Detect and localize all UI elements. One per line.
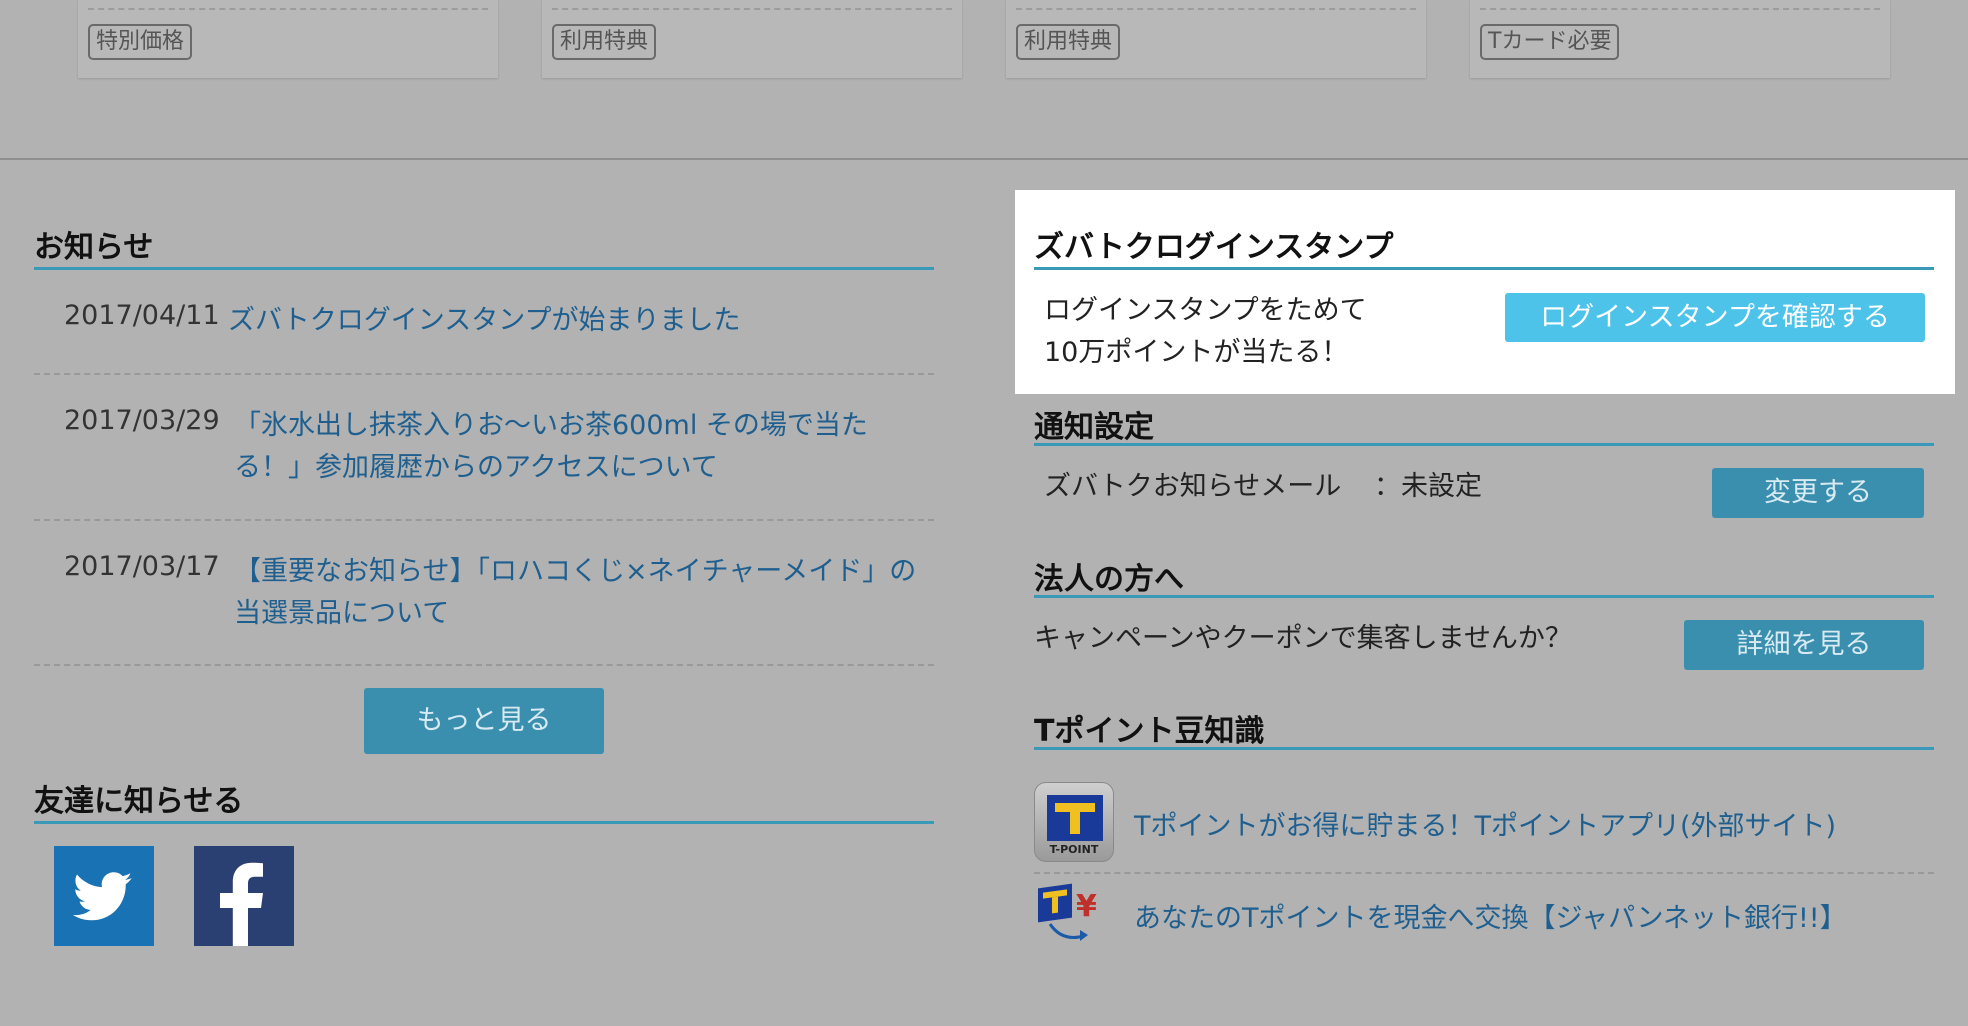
stamp-title: ズバトクログインスタンプ [1034, 230, 1394, 265]
card-divider [88, 8, 488, 10]
tips-title-rule [1034, 747, 1934, 750]
tips-link[interactable]: あなたのTポイントを現金へ交換【ジャパンネット銀行!!】 [1134, 896, 1847, 935]
news-divider [34, 373, 934, 375]
stamp-line2: 10万ポイントが当たる！ [1044, 337, 1349, 368]
coupon-card-3[interactable]: 利用特典 [1006, 0, 1426, 78]
coupon-tag: 利用特典 [552, 24, 657, 60]
corp-text: キャンペーンやクーポンで集客しませんか？ [1034, 623, 1572, 654]
tpoint-exchange-icon: ¥ [1036, 882, 1108, 948]
app-caption: T-POINT [1049, 843, 1099, 856]
stamp-line1: ログインスタンプをためて [1044, 295, 1367, 326]
news-divider [34, 519, 934, 521]
twitter-button[interactable] [54, 846, 154, 946]
coupon-tag: 特別価格 [88, 24, 193, 60]
tpoint-app-icon: T-POINT [1034, 782, 1114, 862]
news-date: 2017/03/17 [64, 551, 220, 582]
news-link[interactable]: ズバトクログインスタンプが始まりました [228, 300, 740, 342]
mail-setting-label: ズバトクお知らせメール [1044, 471, 1342, 502]
exchange-arrow-icon [1048, 923, 1088, 941]
tpoint-badge [1047, 795, 1103, 841]
mail-setting-status: ：未設定 [1374, 471, 1482, 502]
share-title: 友達に知らせる [34, 784, 244, 819]
change-button[interactable]: 変更する [1712, 468, 1924, 518]
tips-link[interactable]: Tポイントがお得に貯まる！Tポイントアプリ(外部サイト) [1134, 804, 1836, 843]
tips-divider [1034, 872, 1934, 874]
yen-icon: ¥ [1076, 889, 1097, 924]
corp-title: 法人の方へ [1034, 562, 1184, 597]
tips-title: Tポイント豆知識 [1034, 714, 1265, 749]
card-divider [1016, 8, 1416, 10]
news-date: 2017/04/11 [64, 300, 220, 331]
news-title-rule [34, 267, 934, 270]
coupon-tag: Tカード必要 [1480, 24, 1620, 60]
t-letter-stem [1070, 812, 1080, 834]
more-button[interactable]: もっと見る [364, 688, 604, 754]
news-title: お知らせ [34, 230, 154, 265]
news-date: 2017/03/29 [64, 405, 220, 436]
facebook-button[interactable] [194, 846, 294, 946]
twitter-icon [72, 872, 132, 921]
coupon-card-4[interactable]: Tカード必要 [1470, 0, 1890, 78]
card-divider [1480, 8, 1880, 10]
facebook-icon [220, 862, 263, 946]
news-divider [34, 664, 934, 666]
card-divider [552, 8, 952, 10]
stamp-title-rule [1034, 267, 1934, 270]
t-letter-stem [1052, 896, 1058, 914]
corp-title-rule [1034, 595, 1934, 598]
notify-title-rule [1034, 443, 1934, 446]
section-divider [0, 158, 1968, 160]
login-stamp-button[interactable]: ログインスタンプを確認する [1505, 293, 1925, 342]
share-title-rule [34, 821, 934, 824]
notify-title: 通知設定 [1034, 410, 1154, 445]
news-link[interactable]: 【重要なお知らせ】「ロハコくじ×ネイチャーメイド」の当選景品について [234, 551, 924, 635]
coupon-card-1[interactable]: 特別価格 [78, 0, 498, 78]
coupon-card-2[interactable]: 利用特典 [542, 0, 962, 78]
coupon-tag: 利用特典 [1016, 24, 1121, 60]
details-button[interactable]: 詳細を見る [1684, 620, 1924, 670]
exchange-t-badge [1038, 883, 1072, 923]
news-link[interactable]: 「氷水出し抹茶入りお～いお茶600ml その場で当たる！」参加履歴からのアクセス… [234, 405, 924, 489]
t-letter-bar [1055, 803, 1095, 812]
